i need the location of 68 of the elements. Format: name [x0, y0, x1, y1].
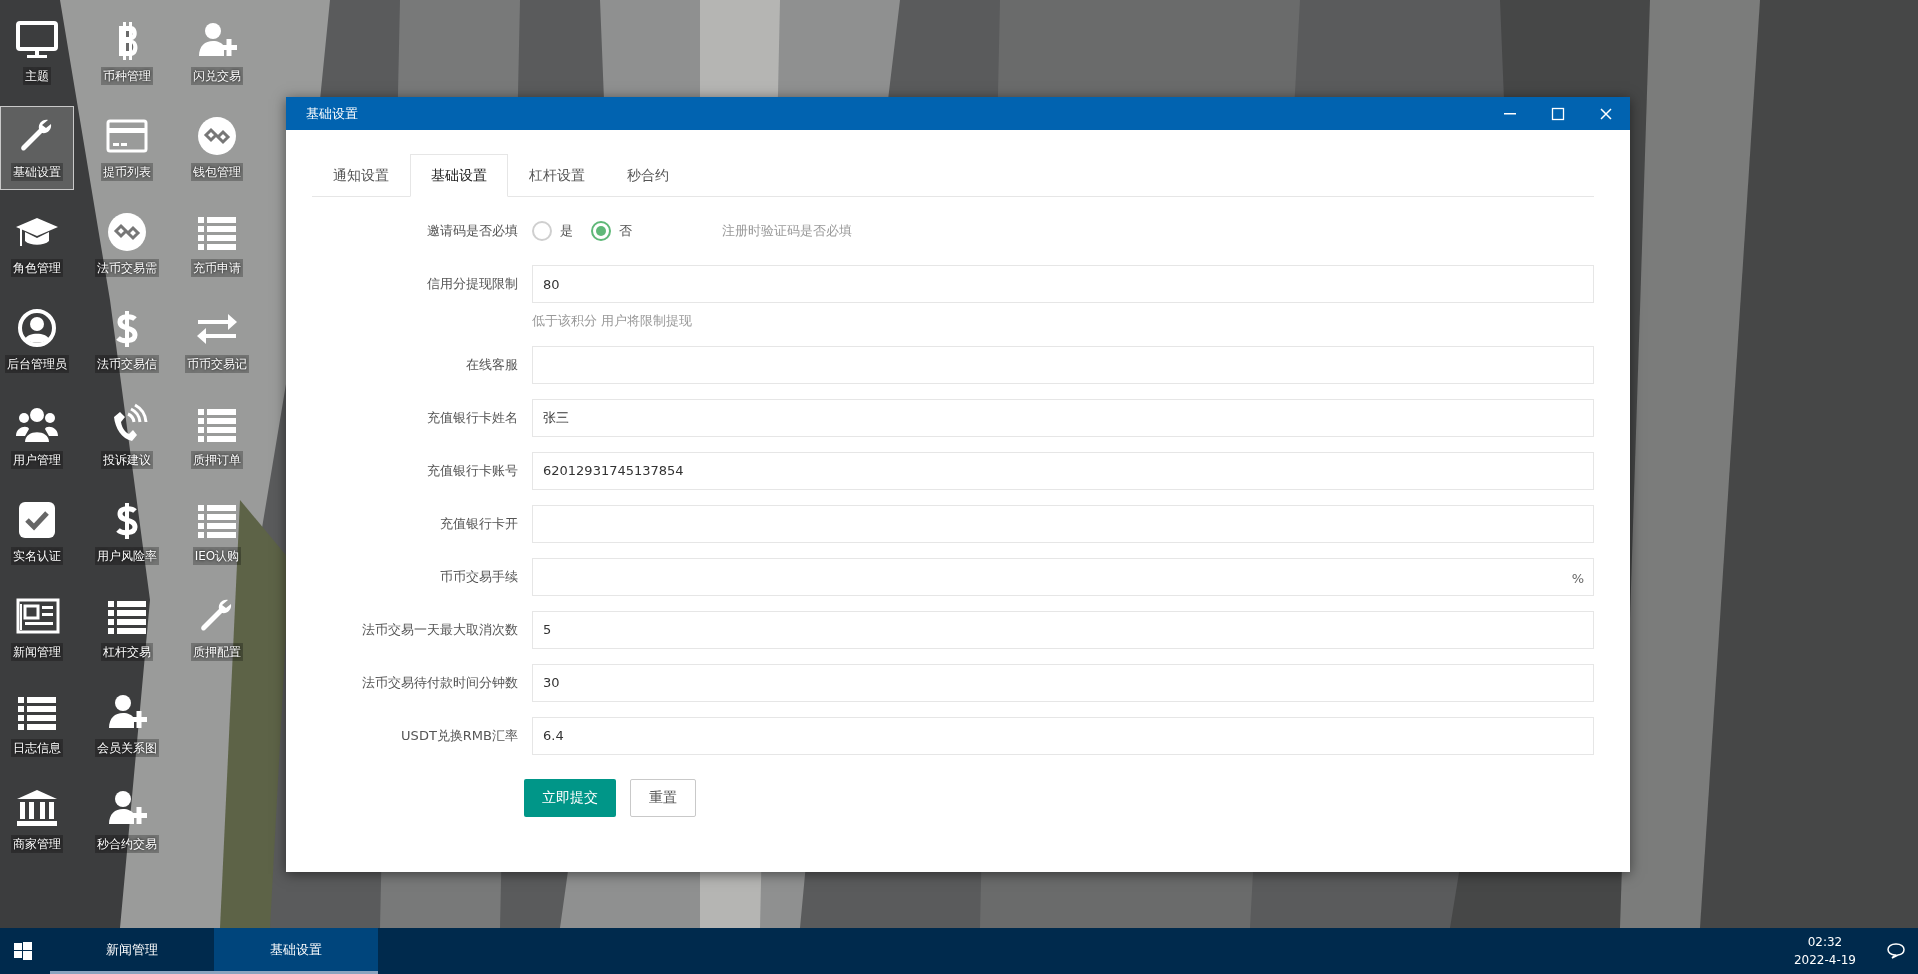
- taskbar-item[interactable]: 基础设置: [214, 928, 378, 974]
- radio-button[interactable]: [591, 221, 611, 241]
- tab[interactable]: 杠杆设置: [508, 154, 606, 197]
- field-label: 邀请码是否必填: [426, 222, 519, 240]
- reset-button[interactable]: 重置: [630, 778, 696, 817]
- text-field[interactable]: 5: [532, 610, 1594, 649]
- desktop-shortcut[interactable]: 后台管理员: [0, 298, 74, 382]
- field-label: 信用分提现限制: [426, 275, 519, 293]
- hint-text: 注册时验证码是否必填: [722, 222, 852, 241]
- text-field[interactable]: 6.4: [532, 716, 1594, 755]
- desktop-shortcut[interactable]: 法币交易信: [90, 298, 164, 382]
- desktop-shortcut[interactable]: 提币列表: [90, 106, 164, 190]
- desktop-shortcut[interactable]: IEO认购: [180, 490, 254, 574]
- tab[interactable]: 秒合约: [606, 154, 690, 197]
- desktop-shortcut[interactable]: 币种管理: [90, 10, 164, 94]
- field-label: 法币交易一天最大取消次数: [361, 620, 519, 639]
- field-label: 充值银行卡开: [439, 514, 519, 533]
- clock-date: 2022-4-19: [1793, 952, 1856, 969]
- windows-icon[interactable]: [14, 942, 32, 960]
- desktop-shortcut[interactable]: 新闻管理: [0, 586, 74, 670]
- minimize-icon: [1504, 112, 1516, 115]
- desktop-shortcut[interactable]: 投诉建议: [90, 394, 164, 478]
- desktop-shortcut[interactable]: 主题: [0, 10, 74, 94]
- tab[interactable]: 基础设置: [410, 154, 508, 197]
- field-label: 在线客服: [465, 355, 519, 374]
- text-field[interactable]: 62012931745137854: [532, 451, 1594, 490]
- radio-label: 否: [619, 222, 632, 241]
- message-icon[interactable]: [1886, 942, 1906, 960]
- text-field[interactable]: 80: [532, 265, 1594, 303]
- submit-button[interactable]: 立即提交: [524, 778, 616, 817]
- desktop-shortcut[interactable]: 秒合约交易: [90, 778, 164, 862]
- desktop-shortcut[interactable]: 用户管理: [0, 394, 74, 478]
- tab[interactable]: 通知设置: [312, 154, 410, 197]
- field-label: 币币交易手续: [439, 567, 519, 586]
- radio-label: 是: [560, 222, 573, 241]
- desktop-shortcut[interactable]: 质押配置: [180, 586, 254, 670]
- field-label: USDT兑换RMB汇率: [400, 726, 519, 745]
- text-field[interactable]: [532, 504, 1594, 543]
- monitor-icon: [14, 19, 60, 61]
- desktop-shortcut[interactable]: 日志信息: [0, 682, 74, 766]
- desktop-shortcut[interactable]: 会员关系图: [90, 682, 164, 766]
- text-field[interactable]: 张三: [532, 398, 1594, 437]
- desktop-shortcut[interactable]: 角色管理: [0, 202, 74, 286]
- field-label: 充值银行卡姓名: [426, 408, 519, 427]
- field-label: 充值银行卡账号: [426, 461, 519, 480]
- help-text: 低于该积分 用户将限制提现: [532, 312, 694, 330]
- desktop-shortcut[interactable]: 实名认证: [0, 490, 74, 574]
- window-title: 基础设置: [306, 104, 358, 123]
- desktop-shortcut[interactable]: 质押订单: [180, 394, 254, 478]
- bank-icon: [14, 787, 60, 829]
- desktop-shortcut[interactable]: 基础设置: [0, 106, 74, 190]
- desktop-shortcut[interactable]: 法币交易需: [90, 202, 164, 286]
- desktop-shortcut[interactable]: 闪兑交易: [180, 10, 254, 94]
- unit-suffix: %: [1571, 569, 1584, 588]
- desktop-shortcut[interactable]: 杠杆交易: [90, 586, 164, 670]
- text-field[interactable]: 30: [532, 663, 1594, 702]
- maximize-icon: [1551, 106, 1565, 121]
- desktop-shortcut[interactable]: 钱包管理: [180, 106, 254, 190]
- desktop-shortcut[interactable]: 商家管理: [0, 778, 74, 862]
- close-icon: [1599, 106, 1613, 121]
- clock-time: 02:32: [1807, 934, 1843, 951]
- radio-button[interactable]: [532, 221, 552, 241]
- text-field[interactable]: [532, 557, 1594, 596]
- desktop-shortcut[interactable]: 充币申请: [180, 202, 254, 286]
- desktop-shortcut[interactable]: 用户风险率: [90, 490, 164, 574]
- desktop-shortcut[interactable]: 币币交易记: [180, 298, 254, 382]
- text-field[interactable]: [532, 345, 1594, 384]
- field-label: 法币交易待付款时间分钟数: [361, 673, 519, 692]
